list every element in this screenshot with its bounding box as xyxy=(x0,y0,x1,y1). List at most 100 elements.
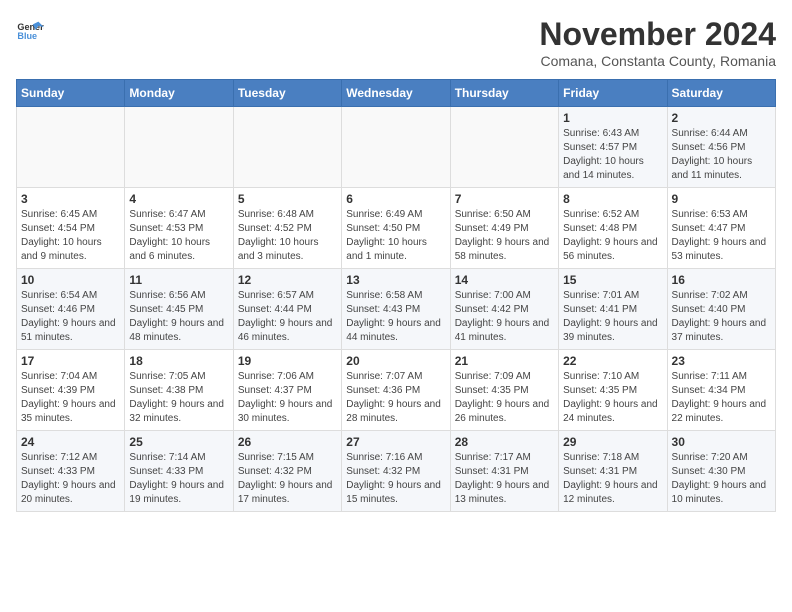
weekday-header-friday: Friday xyxy=(559,80,667,107)
weekday-header-sunday: Sunday xyxy=(17,80,125,107)
title-area: November 2024 Comana, Constanta County, … xyxy=(539,16,776,69)
day-info: Sunrise: 7:11 AM Sunset: 4:34 PM Dayligh… xyxy=(672,370,771,426)
day-info: Sunrise: 6:49 AM Sunset: 4:50 PM Dayligh… xyxy=(346,208,445,264)
day-number: 4 xyxy=(129,192,228,206)
day-number: 28 xyxy=(455,435,554,449)
calendar-cell xyxy=(342,107,450,188)
calendar-cell: 24 Sunrise: 7:12 AM Sunset: 4:33 PM Dayli… xyxy=(17,431,125,512)
day-info: Sunrise: 6:43 AM Sunset: 4:57 PM Dayligh… xyxy=(563,127,662,183)
day-info: Sunrise: 7:14 AM Sunset: 4:33 PM Dayligh… xyxy=(129,451,228,507)
calendar-cell: 28 Sunrise: 7:17 AM Sunset: 4:31 PM Dayli… xyxy=(450,431,558,512)
day-info: Sunrise: 7:05 AM Sunset: 4:38 PM Dayligh… xyxy=(129,370,228,426)
calendar-cell: 29 Sunrise: 7:18 AM Sunset: 4:31 PM Dayli… xyxy=(559,431,667,512)
day-number: 17 xyxy=(21,354,120,368)
calendar-cell: 10 Sunrise: 6:54 AM Sunset: 4:46 PM Dayli… xyxy=(17,269,125,350)
svg-text:Blue: Blue xyxy=(17,31,37,41)
day-info: Sunrise: 6:52 AM Sunset: 4:48 PM Dayligh… xyxy=(563,208,662,264)
logo: General Blue xyxy=(16,16,44,44)
day-info: Sunrise: 7:07 AM Sunset: 4:36 PM Dayligh… xyxy=(346,370,445,426)
calendar-cell: 26Sunrise: 7:15 AM Sunset: 4:32 PM Dayli… xyxy=(233,431,341,512)
day-number: 22 xyxy=(563,354,662,368)
day-number: 26 xyxy=(238,435,337,449)
day-number: 8 xyxy=(563,192,662,206)
day-info: Sunrise: 6:44 AM Sunset: 4:56 PM Dayligh… xyxy=(672,127,771,183)
day-number: 6 xyxy=(346,192,445,206)
day-number: 10 xyxy=(21,273,120,287)
day-number: 3 xyxy=(21,192,120,206)
calendar-cell: 3 Sunrise: 6:45 AM Sunset: 4:54 PM Daylig… xyxy=(17,188,125,269)
calendar-cell: 13Sunrise: 6:58 AM Sunset: 4:43 PM Dayli… xyxy=(342,269,450,350)
day-number: 25 xyxy=(129,435,228,449)
calendar-cell: 27 Sunrise: 7:16 AM Sunset: 4:32 PM Dayli… xyxy=(342,431,450,512)
page-subtitle: Comana, Constanta County, Romania xyxy=(539,53,776,69)
day-info: Sunrise: 7:16 AM Sunset: 4:32 PM Dayligh… xyxy=(346,451,445,507)
calendar-cell: 21Sunrise: 7:09 AM Sunset: 4:35 PM Dayli… xyxy=(450,350,558,431)
calendar-cell: 17 Sunrise: 7:04 AM Sunset: 4:39 PM Dayli… xyxy=(17,350,125,431)
logo-icon: General Blue xyxy=(16,16,44,44)
day-number: 21 xyxy=(455,354,554,368)
calendar-cell: 7 Sunrise: 6:50 AM Sunset: 4:49 PM Daylig… xyxy=(450,188,558,269)
calendar-cell: 11 Sunrise: 6:56 AM Sunset: 4:45 PM Dayli… xyxy=(125,269,233,350)
day-number: 11 xyxy=(129,273,228,287)
weekday-header-wednesday: Wednesday xyxy=(342,80,450,107)
header: General Blue November 2024 Comana, Const… xyxy=(16,16,776,69)
day-number: 2 xyxy=(672,111,771,125)
day-info: Sunrise: 7:20 AM Sunset: 4:30 PM Dayligh… xyxy=(672,451,771,507)
calendar-cell xyxy=(233,107,341,188)
calendar-cell: 2 Sunrise: 6:44 AM Sunset: 4:56 PM Daylig… xyxy=(667,107,775,188)
calendar-cell: 12 Sunrise: 6:57 AM Sunset: 4:44 PM Dayli… xyxy=(233,269,341,350)
calendar-cell xyxy=(125,107,233,188)
calendar-cell xyxy=(450,107,558,188)
day-number: 7 xyxy=(455,192,554,206)
calendar-cell: 22 Sunrise: 7:10 AM Sunset: 4:35 PM Dayli… xyxy=(559,350,667,431)
day-number: 5 xyxy=(238,192,337,206)
calendar-cell: 18 Sunrise: 7:05 AM Sunset: 4:38 PM Dayli… xyxy=(125,350,233,431)
calendar-cell: 5 Sunrise: 6:48 AM Sunset: 4:52 PM Daylig… xyxy=(233,188,341,269)
day-info: Sunrise: 7:18 AM Sunset: 4:31 PM Dayligh… xyxy=(563,451,662,507)
day-info: Sunrise: 7:10 AM Sunset: 4:35 PM Dayligh… xyxy=(563,370,662,426)
day-info: Sunrise: 7:02 AM Sunset: 4:40 PM Dayligh… xyxy=(672,289,771,345)
day-info: Sunrise: 7:17 AM Sunset: 4:31 PM Dayligh… xyxy=(455,451,554,507)
calendar-week-4: 17 Sunrise: 7:04 AM Sunset: 4:39 PM Dayli… xyxy=(17,350,776,431)
day-info: Sunrise: 6:48 AM Sunset: 4:52 PM Dayligh… xyxy=(238,208,337,264)
calendar-cell: 23Sunrise: 7:11 AM Sunset: 4:34 PM Dayli… xyxy=(667,350,775,431)
calendar-cell: 25 Sunrise: 7:14 AM Sunset: 4:33 PM Dayli… xyxy=(125,431,233,512)
day-number: 12 xyxy=(238,273,337,287)
day-number: 18 xyxy=(129,354,228,368)
day-number: 24 xyxy=(21,435,120,449)
calendar-cell: 4Sunrise: 6:47 AM Sunset: 4:53 PM Daylig… xyxy=(125,188,233,269)
calendar-week-5: 24 Sunrise: 7:12 AM Sunset: 4:33 PM Dayli… xyxy=(17,431,776,512)
weekday-header-thursday: Thursday xyxy=(450,80,558,107)
calendar-cell: 30Sunrise: 7:20 AM Sunset: 4:30 PM Dayli… xyxy=(667,431,775,512)
day-number: 13 xyxy=(346,273,445,287)
page-title: November 2024 xyxy=(539,16,776,53)
calendar-cell: 8 Sunrise: 6:52 AM Sunset: 4:48 PM Daylig… xyxy=(559,188,667,269)
day-info: Sunrise: 6:54 AM Sunset: 4:46 PM Dayligh… xyxy=(21,289,120,345)
day-number: 20 xyxy=(346,354,445,368)
weekday-header-row: SundayMondayTuesdayWednesdayThursdayFrid… xyxy=(17,80,776,107)
calendar-cell: 19Sunrise: 7:06 AM Sunset: 4:37 PM Dayli… xyxy=(233,350,341,431)
calendar-cell: 1Sunrise: 6:43 AM Sunset: 4:57 PM Daylig… xyxy=(559,107,667,188)
weekday-header-tuesday: Tuesday xyxy=(233,80,341,107)
weekday-header-monday: Monday xyxy=(125,80,233,107)
calendar-cell: 20 Sunrise: 7:07 AM Sunset: 4:36 PM Dayli… xyxy=(342,350,450,431)
calendar-table: SundayMondayTuesdayWednesdayThursdayFrid… xyxy=(16,79,776,512)
day-info: Sunrise: 6:45 AM Sunset: 4:54 PM Dayligh… xyxy=(21,208,120,264)
day-number: 16 xyxy=(672,273,771,287)
calendar-week-1: 1Sunrise: 6:43 AM Sunset: 4:57 PM Daylig… xyxy=(17,107,776,188)
weekday-header-saturday: Saturday xyxy=(667,80,775,107)
day-number: 27 xyxy=(346,435,445,449)
day-info: Sunrise: 7:06 AM Sunset: 4:37 PM Dayligh… xyxy=(238,370,337,426)
calendar-week-2: 3 Sunrise: 6:45 AM Sunset: 4:54 PM Daylig… xyxy=(17,188,776,269)
day-info: Sunrise: 6:57 AM Sunset: 4:44 PM Dayligh… xyxy=(238,289,337,345)
calendar-cell: 6 Sunrise: 6:49 AM Sunset: 4:50 PM Daylig… xyxy=(342,188,450,269)
day-number: 29 xyxy=(563,435,662,449)
day-info: Sunrise: 6:53 AM Sunset: 4:47 PM Dayligh… xyxy=(672,208,771,264)
day-info: Sunrise: 6:56 AM Sunset: 4:45 PM Dayligh… xyxy=(129,289,228,345)
day-info: Sunrise: 6:50 AM Sunset: 4:49 PM Dayligh… xyxy=(455,208,554,264)
day-number: 9 xyxy=(672,192,771,206)
day-info: Sunrise: 7:01 AM Sunset: 4:41 PM Dayligh… xyxy=(563,289,662,345)
day-info: Sunrise: 7:12 AM Sunset: 4:33 PM Dayligh… xyxy=(21,451,120,507)
day-info: Sunrise: 7:04 AM Sunset: 4:39 PM Dayligh… xyxy=(21,370,120,426)
day-info: Sunrise: 7:00 AM Sunset: 4:42 PM Dayligh… xyxy=(455,289,554,345)
